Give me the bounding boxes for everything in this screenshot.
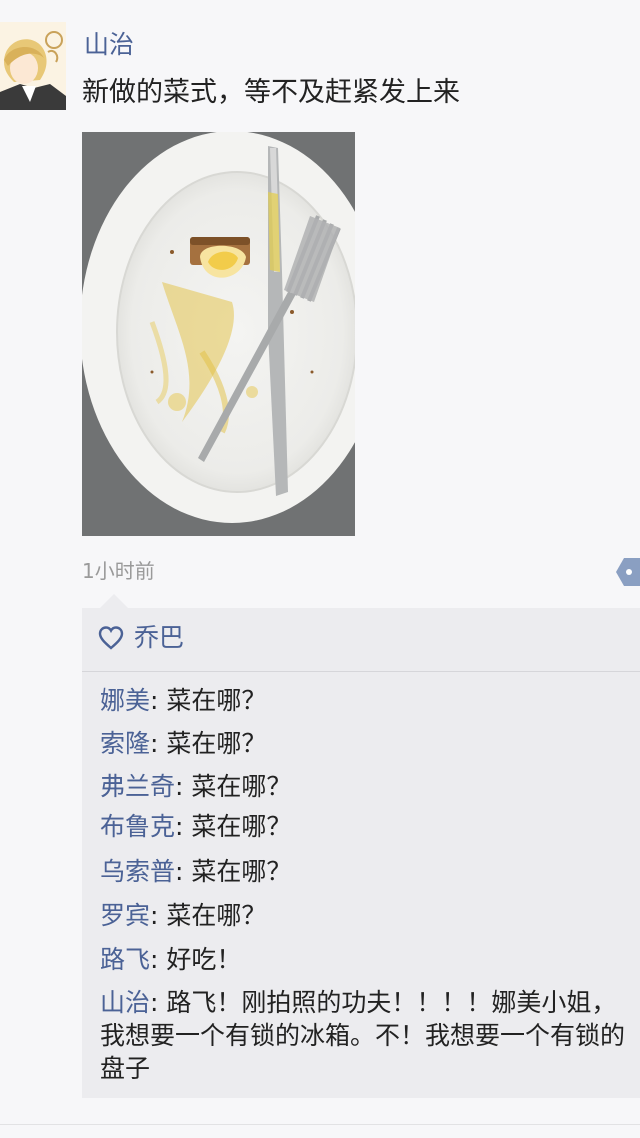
comment-text: : 菜在哪？	[150, 901, 267, 930]
avatar-image	[0, 22, 66, 110]
comment-text: : 路飞！刚拍照的功夫！！！！娜美小姐，我想要一个有锁的冰箱。不！我想要一个有锁…	[100, 988, 626, 1083]
heart-icon	[98, 626, 124, 650]
like-user-name[interactable]: 乔巴	[134, 621, 184, 655]
comment-author[interactable]: 布鲁克	[100, 812, 175, 841]
comment-text: : 好吃！	[150, 945, 242, 974]
likes-row: 乔巴	[82, 608, 640, 670]
post-photo[interactable]	[82, 132, 355, 536]
comment-text: : 菜在哪？	[150, 686, 267, 715]
comment-item[interactable]: 乌索普: 菜在哪？	[100, 855, 640, 888]
comment-author[interactable]: 娜美	[100, 686, 150, 715]
comment-author[interactable]: 弗兰奇	[100, 772, 175, 801]
comment-author[interactable]: 索隆	[100, 729, 150, 758]
comment-item[interactable]: 罗宾: 菜在哪？	[100, 899, 640, 932]
comment-author[interactable]: 罗宾	[100, 901, 150, 930]
comment-item[interactable]: 娜美: 菜在哪？	[100, 684, 640, 717]
comment-text: : 菜在哪？	[175, 772, 292, 801]
comment-item[interactable]: 弗兰奇: 菜在哪？	[100, 770, 640, 803]
more-dots-icon	[616, 558, 640, 586]
empty-plate-image	[82, 132, 355, 536]
comment-item[interactable]: 山治: 路飞！刚拍照的功夫！！！！娜美小姐，我想要一个有锁的冰箱。不！我想要一个…	[100, 986, 640, 1085]
comment-box-arrow	[100, 594, 128, 608]
likes-divider	[82, 671, 640, 672]
avatar[interactable]	[0, 22, 66, 110]
comment-text: : 菜在哪？	[150, 729, 267, 758]
post-author[interactable]: 山治	[84, 28, 134, 62]
comment-author[interactable]: 路飞	[100, 945, 150, 974]
comment-author[interactable]: 乌索普	[100, 857, 175, 886]
comment-item[interactable]: 路飞: 好吃！	[100, 943, 640, 976]
comment-item[interactable]: 索隆: 菜在哪？	[100, 727, 640, 760]
interaction-panel: 乔巴 娜美: 菜在哪？ 索隆: 菜在哪？ 弗兰奇: 菜在哪？ 布鲁克: 菜在哪？…	[82, 608, 640, 1098]
comment-text: : 菜在哪？	[175, 812, 292, 841]
feed-divider	[0, 1124, 640, 1125]
more-options-button[interactable]	[614, 556, 640, 588]
comment-author[interactable]: 山治	[100, 988, 150, 1017]
comment-text: : 菜在哪？	[175, 857, 292, 886]
post-text: 新做的菜式，等不及赶紧发上来	[82, 77, 460, 108]
moments-feed: 山治 新做的菜式，等不及赶紧发上来 1小时前 乔巴 娜美: 菜在哪？ 索隆: 菜…	[0, 0, 640, 1138]
post-timestamp: 1小时前	[82, 559, 155, 583]
comment-item[interactable]: 布鲁克: 菜在哪？	[100, 810, 640, 843]
